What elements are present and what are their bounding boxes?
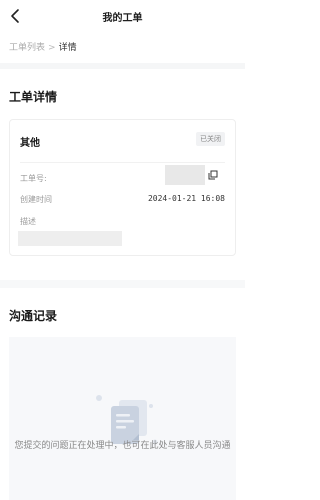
breadcrumb-parent[interactable]: 工单列表 (9, 43, 45, 53)
empty-state-text: 您提交的问题正在处理中，也可在此处与客服人员沟通 (14, 441, 231, 451)
description-label: 描述 (20, 217, 36, 226)
breadcrumb-current: 详情 (58, 43, 77, 53)
card-divider (20, 162, 225, 163)
copy-icon[interactable] (208, 170, 218, 180)
created-label: 创建时间 (20, 195, 52, 204)
page-title: 我的工单 (102, 13, 143, 24)
section-divider-2 (0, 280, 245, 288)
breadcrumb: 工单列表 > 详情 (9, 40, 77, 53)
communication-section-title: 沟通记录 (9, 309, 58, 323)
ticket-type: 其他 (20, 138, 40, 149)
created-value: 2024-01-21 16:08 (147, 194, 225, 203)
breadcrumb-separator: > (48, 43, 56, 53)
ticket-no-label: 工单号: (20, 174, 47, 183)
ticket-card: 其他 已关闭 工单号: 创建时间 2024-01-21 16:08 描述 (9, 119, 236, 256)
status-badge: 已关闭 (196, 132, 225, 146)
communication-empty-state: 您提交的问题正在处理中，也可在此处与客服人员沟通 (9, 337, 236, 500)
detail-section-title: 工单详情 (9, 90, 58, 104)
description-value-redacted (18, 231, 122, 246)
ticket-no-value-redacted (165, 165, 205, 185)
section-divider (0, 63, 245, 69)
nav-bar: 我的工单 (0, 0, 245, 32)
